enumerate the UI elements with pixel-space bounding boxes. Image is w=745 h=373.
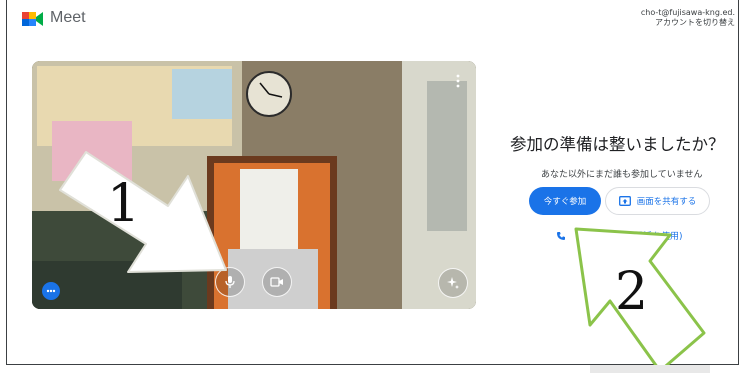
present-screen-label: 画面を共有する [636,197,697,207]
camera-icon [270,277,283,287]
present-screen-icon [618,196,631,206]
switch-account-link[interactable]: アカウントを切り替え [641,18,735,28]
more-vert-icon[interactable] [455,73,461,89]
bottom-edge-strip [590,365,710,373]
join-now-button[interactable]: 今すぐ参加 [529,187,601,215]
app-title: Meet [50,9,86,26]
account-info[interactable]: cho-t@fujisawa-kng.ed. アカウントを切り替え [641,8,735,28]
annotation-label-1: 1 [107,174,141,234]
camera-toggle-button[interactable] [262,267,292,297]
participants-status-text: あなた以外にまだ誰も参加していません [541,170,703,180]
ready-to-join-heading: 参加の準備は整いましたか？ [510,135,725,154]
present-screen-button[interactable]: 画面を共有する [605,187,710,215]
annotation-label-2: 2 [615,262,649,322]
account-email: cho-t@fujisawa-kng.ed. [640,8,735,17]
more-horiz-icon [46,289,56,293]
sparkle-icon [447,277,459,289]
visual-effects-button[interactable] [438,268,468,298]
meet-logo-icon [22,12,43,26]
annotation-arrow-1-icon [59,151,227,273]
